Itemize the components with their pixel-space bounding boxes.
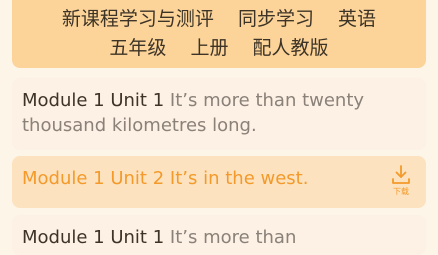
lesson-item-selected[interactable]: Module 1 Unit 2 It’s in the west. 下载	[12, 156, 426, 208]
lesson-module: Module 1 Unit 2	[22, 168, 165, 189]
lesson-item[interactable]: Module 1 Unit 1 It’s more than twenty th…	[12, 78, 426, 150]
lesson-title: It’s in the west.	[169, 168, 309, 189]
volume-name: 上册	[190, 37, 229, 59]
grade-name: 五年级	[109, 37, 167, 59]
download-button[interactable]: 下载	[386, 164, 416, 200]
lesson-item[interactable]: Module 1 Unit 1 It’s more than	[12, 215, 426, 255]
book-title-line-1: 新课程学习与测评 同步学习 英语	[12, 5, 426, 34]
edition-name: 配人教版	[252, 37, 329, 59]
download-icon	[392, 165, 410, 184]
book-title-line-2: 五年级 上册 配人教版	[12, 34, 426, 63]
lesson-module: Module 1 Unit 1	[22, 90, 165, 111]
subject-name: 英语	[338, 8, 377, 30]
lesson-module: Module 1 Unit 1	[22, 227, 165, 248]
download-label: 下载	[393, 187, 409, 196]
book-type: 同步学习	[237, 8, 314, 30]
book-title-header: 新课程学习与测评 同步学习 英语 五年级 上册 配人教版	[12, 0, 426, 68]
series-name: 新课程学习与测评	[61, 8, 214, 30]
lesson-title: It’s more than	[169, 227, 297, 248]
